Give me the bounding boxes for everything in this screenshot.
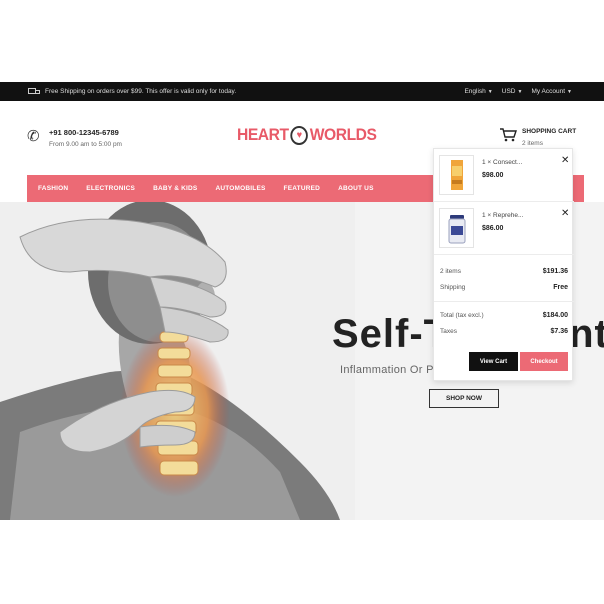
chevron-down-icon: ▼	[567, 88, 572, 95]
cart-label[interactable]: SHOPPING CART	[522, 128, 576, 135]
cart-item-name[interactable]: 1 × Reprehe...	[482, 212, 523, 219]
cart-item-name[interactable]: 1 × Consect...	[482, 159, 522, 166]
shop-now-button[interactable]: SHOP NOW	[429, 389, 499, 408]
nav-automobiles[interactable]: AUTOMOBILES	[215, 185, 265, 192]
phone-number[interactable]: +91 800-12345-6789	[49, 128, 119, 137]
close-icon[interactable]: ✕	[561, 208, 569, 219]
cart-item: 1 × Consect... $98.00 ✕	[434, 149, 574, 202]
truck-icon	[28, 88, 40, 95]
checkout-button[interactable]: Checkout	[520, 352, 568, 371]
product-thumbnail[interactable]	[439, 155, 474, 195]
hero-image	[0, 202, 355, 520]
nav-about-us[interactable]: ABOUT US	[338, 185, 374, 192]
chevron-down-icon: ▼	[517, 88, 523, 95]
language-selector[interactable]: English ▼	[464, 88, 492, 95]
view-cart-button[interactable]: View Cart	[469, 352, 518, 371]
nav-baby-kids[interactable]: BABY & KIDS	[153, 185, 197, 192]
page: Free Shipping on orders over $99. This o…	[0, 0, 604, 604]
cart-item: 1 × Reprehe... $86.00 ✕	[434, 202, 574, 255]
cart-count: 2 items	[522, 140, 543, 147]
top-bar: Free Shipping on orders over $99. This o…	[0, 82, 604, 101]
taxes-row: Taxes $7.36	[440, 328, 568, 335]
cart-item-price: $86.00	[482, 225, 504, 232]
cart-item-price: $98.00	[482, 172, 504, 179]
shipping-row: Shipping Free	[440, 284, 568, 291]
nav-fashion[interactable]: FASHION	[38, 185, 68, 192]
product-thumbnail[interactable]	[439, 208, 474, 248]
total-row: Total (tax excl.) $184.00	[440, 312, 568, 319]
chevron-down-icon: ▼	[487, 88, 493, 95]
shipping-text: Free Shipping on orders over $99. This o…	[45, 88, 237, 95]
phone-icon: ✆	[27, 128, 40, 145]
site-logo[interactable]: HEART ♥ WORLDS	[237, 125, 377, 145]
currency-selector[interactable]: USD ▼	[502, 88, 523, 95]
cart-dropdown: 1 × Consect... $98.00 ✕ 1 × Reprehe... $…	[433, 148, 574, 381]
phone-hours: From 9.00 am to 5:00 pm	[49, 141, 122, 148]
items-subtotal-row: 2 items $191.36	[440, 268, 568, 275]
nav-featured[interactable]: FEATURED	[284, 185, 321, 192]
heart-icon: ♥	[290, 125, 308, 145]
shipping-notice: Free Shipping on orders over $99. This o…	[28, 88, 236, 95]
account-menu[interactable]: My Account ▼	[531, 88, 572, 95]
shopping-cart-icon[interactable]	[499, 127, 517, 148]
nav-electronics[interactable]: ELECTRONICS	[86, 185, 135, 192]
close-icon[interactable]: ✕	[561, 155, 569, 166]
